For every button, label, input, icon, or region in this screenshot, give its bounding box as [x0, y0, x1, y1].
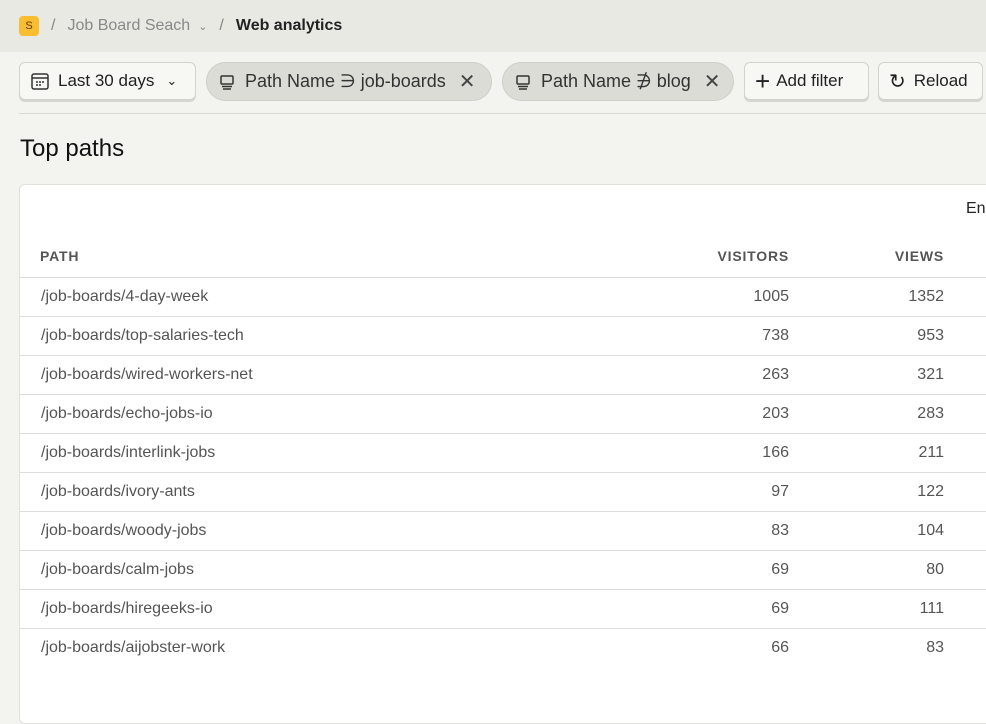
views-cell: 1352	[908, 288, 944, 305]
views-cell: 111	[919, 600, 944, 617]
visitors-cell: 203	[762, 405, 789, 422]
views-cell: 80	[926, 561, 944, 578]
path-cell[interactable]: /job-boards/4-day-week	[41, 288, 208, 306]
column-header-path[interactable]: PATH	[40, 248, 79, 264]
visitors-cell: 97	[771, 483, 789, 500]
visitors-cell: 69	[771, 600, 789, 617]
visitors-cell: 69	[771, 561, 789, 578]
views-cell: 321	[917, 366, 944, 383]
calendar-icon	[31, 73, 49, 90]
table-row[interactable]: /job-boards/aijobster-work 66 83	[20, 628, 986, 667]
date-range-button[interactable]: Last 30 days ⌄	[19, 62, 196, 100]
reload-label: Reload	[913, 71, 968, 90]
add-filter-button[interactable]: + Add filter	[744, 62, 869, 100]
filter-chip-path-contains[interactable]: Path Name ∋ job-boards ✕	[206, 62, 492, 101]
table-row[interactable]: /job-boards/wired-workers-net 263 321	[20, 355, 986, 394]
chevron-down-icon[interactable]: ⌄	[198, 20, 207, 33]
table-row[interactable]: /job-boards/4-day-week 1005 1352	[20, 277, 986, 316]
separator: /	[219, 17, 224, 34]
breadcrumb-page: Web analytics	[235, 17, 343, 34]
visitors-cell: 1005	[753, 288, 789, 305]
table-row[interactable]: /job-boards/calm-jobs 69 80	[20, 550, 986, 589]
path-cell[interactable]: /job-boards/interlink-jobs	[41, 444, 215, 462]
path-cell[interactable]: /job-boards/ivory-ants	[41, 483, 195, 501]
section-title: Top paths	[20, 135, 125, 162]
visitors-cell: 83	[771, 522, 789, 539]
path-cell[interactable]: /job-boards/hiregeeks-io	[41, 600, 213, 618]
table-row[interactable]: /job-boards/interlink-jobs 166 211	[20, 433, 986, 472]
table-row[interactable]: /job-boards/woody-jobs 83 104	[20, 511, 986, 550]
views-cell: 83	[926, 639, 944, 656]
project-logo[interactable]: S	[19, 16, 39, 36]
breadcrumb-project[interactable]: Job Board Seach	[67, 17, 190, 35]
column-header-views[interactable]: VIEWS	[895, 248, 944, 264]
path-cell[interactable]: /job-boards/aijobster-work	[41, 639, 225, 657]
table-row[interactable]: /job-boards/echo-jobs-io 203 283	[20, 394, 986, 433]
visitors-cell: 738	[762, 327, 789, 344]
close-icon[interactable]: ✕	[459, 69, 476, 94]
add-filter-label: Add filter	[776, 71, 844, 90]
filter-label: Path Name ∌ blog	[541, 71, 691, 91]
table-row[interactable]: /job-boards/ivory-ants 97 122	[20, 472, 986, 511]
breadcrumb: S / Job Board Seach ⌄ / Web analytics	[0, 0, 986, 52]
partial-header: En	[966, 200, 986, 217]
views-cell: 104	[917, 522, 944, 539]
date-range-label: Last 30 days	[58, 71, 155, 90]
path-cell[interactable]: /job-boards/woody-jobs	[41, 522, 206, 540]
reload-button[interactable]: ↻ Reload	[878, 62, 983, 100]
table-row[interactable]: /job-boards/hiregeeks-io 69 111	[20, 589, 986, 628]
visitors-cell: 263	[762, 366, 789, 383]
close-icon[interactable]: ✕	[704, 69, 721, 94]
chevron-down-icon: ⌄	[166, 73, 178, 88]
path-cell[interactable]: /job-boards/echo-jobs-io	[41, 405, 213, 423]
separator: /	[51, 17, 56, 34]
table-row[interactable]: /job-boards/top-salaries-tech 738 953	[20, 316, 986, 355]
column-header-visitors[interactable]: VISITORS	[718, 248, 790, 264]
filter-label: Path Name ∋ job-boards	[245, 71, 446, 91]
views-cell: 953	[917, 327, 944, 344]
views-cell: 122	[917, 483, 944, 500]
path-cell[interactable]: /job-boards/top-salaries-tech	[41, 327, 244, 345]
divider	[19, 113, 986, 114]
plus-icon: +	[755, 65, 771, 96]
path-cell[interactable]: /job-boards/calm-jobs	[41, 561, 194, 579]
filter-chip-path-excludes[interactable]: Path Name ∌ blog ✕	[502, 62, 734, 101]
visitors-cell: 66	[771, 639, 789, 656]
reload-icon: ↻	[889, 70, 906, 93]
views-cell: 211	[918, 444, 944, 461]
monitor-icon	[220, 74, 234, 90]
views-cell: 283	[917, 405, 944, 422]
monitor-icon	[516, 74, 530, 90]
visitors-cell: 166	[762, 444, 789, 461]
path-cell[interactable]: /job-boards/wired-workers-net	[41, 366, 253, 384]
